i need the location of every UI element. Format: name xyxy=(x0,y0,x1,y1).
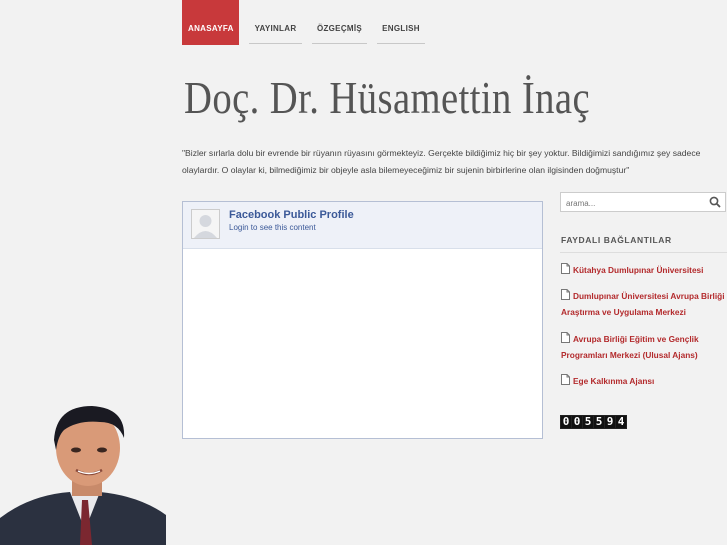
nav-item-ozgecmis[interactable]: ÖZGEÇMİŞ xyxy=(312,0,367,44)
page-icon xyxy=(561,289,570,300)
sidebar-link-ege-kalkinma[interactable]: Ege Kalkınma Ajansı xyxy=(561,373,727,389)
counter-digit: 5 xyxy=(594,415,604,428)
quote-text: "Bizler sırlarla dolu bir evrende bir rü… xyxy=(182,148,701,175)
facebook-login-link[interactable]: Login to see this content xyxy=(229,223,316,232)
counter-digit: 4 xyxy=(616,415,626,428)
portrait-photo xyxy=(0,400,166,545)
site-title: Doç. Dr. Hüsamettin İnaç xyxy=(184,72,591,123)
page-icon xyxy=(561,263,570,274)
avatar-silhouette-icon xyxy=(191,209,220,239)
page-icon xyxy=(561,332,570,343)
sidebar-link-dumlupinar-ab[interactable]: Dumlupınar Üniversitesi Avrupa Birliği A… xyxy=(561,288,727,320)
nav-item-anasayfa[interactable]: ANASAYFA xyxy=(182,0,239,45)
sidebar-link-label: Avrupa Birliği Eğitim ve Gençlik Program… xyxy=(561,334,699,360)
sidebar-link-label: Dumlupınar Üniversitesi Avrupa Birliği A… xyxy=(561,291,725,317)
sidebar-link-label: Ege Kalkınma Ajansı xyxy=(573,376,655,386)
nav-item-yayinlar[interactable]: YAYINLAR xyxy=(249,0,302,44)
page-icon xyxy=(561,374,570,385)
main-nav: ANASAYFA YAYINLAR ÖZGEÇMİŞ ENGLISH xyxy=(182,0,425,45)
counter-digit: 0 xyxy=(561,415,571,428)
facebook-widget-header: Facebook Public Profile Login to see thi… xyxy=(183,202,542,249)
sidebar-link-ulusal-ajans[interactable]: Avrupa Birliği Eğitim ve Gençlik Program… xyxy=(561,331,727,363)
search-input[interactable] xyxy=(561,194,711,213)
sidebar-heading: FAYDALI BAĞLANTILAR xyxy=(561,235,672,245)
counter-digit: 9 xyxy=(605,415,615,428)
facebook-profile-link[interactable]: Facebook Public Profile xyxy=(229,209,354,221)
sidebar-link-label: Kütahya Dumlupınar Üniversitesi xyxy=(573,265,704,275)
counter-digit: 0 xyxy=(572,415,582,428)
visitor-counter: 0 0 5 5 9 4 xyxy=(560,415,627,429)
counter-digit: 5 xyxy=(583,415,593,428)
search-icon[interactable] xyxy=(709,196,721,208)
facebook-widget: Facebook Public Profile Login to see thi… xyxy=(182,201,543,439)
nav-item-english[interactable]: ENGLISH xyxy=(377,0,425,44)
search-box xyxy=(560,192,726,213)
sidebar-link-kutahya[interactable]: Kütahya Dumlupınar Üniversitesi xyxy=(561,262,727,278)
divider xyxy=(560,252,727,253)
